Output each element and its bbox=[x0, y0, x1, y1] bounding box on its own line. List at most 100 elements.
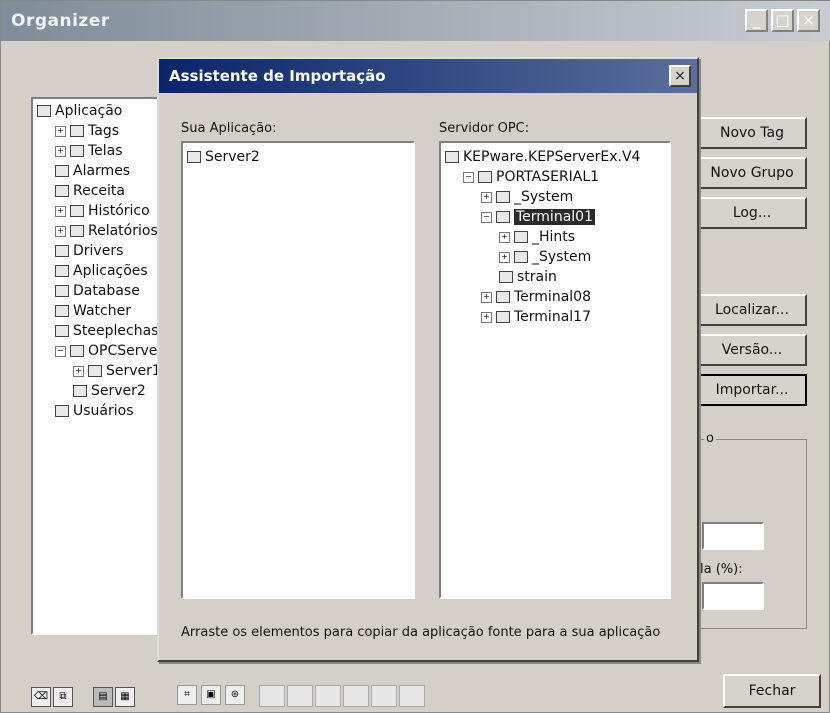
screens-icon bbox=[70, 145, 84, 157]
expand-icon[interactable]: + bbox=[481, 291, 492, 303]
app-tree-item[interactable]: + Histórico bbox=[55, 203, 150, 219]
new-tag-button[interactable]: Novo Tag bbox=[697, 117, 807, 149]
network-tool-icon[interactable]: ⊛ bbox=[225, 685, 245, 705]
app-tree-item[interactable]: Receita bbox=[55, 183, 125, 199]
expand-icon[interactable]: + bbox=[55, 145, 66, 157]
properties-groupbox: o la (%): bbox=[691, 431, 807, 629]
group-field-1[interactable] bbox=[702, 522, 764, 550]
locate-button[interactable]: Localizar... bbox=[697, 294, 807, 326]
folder-icon bbox=[496, 311, 510, 323]
opc-tree-item[interactable]: + _Hints bbox=[499, 229, 575, 245]
watcher-icon bbox=[55, 305, 69, 317]
eraser-icon[interactable]: ⌫ bbox=[31, 687, 51, 707]
alarm-icon bbox=[55, 165, 69, 177]
collapse-icon[interactable]: − bbox=[55, 345, 66, 357]
app-tree-item-label: Histórico bbox=[88, 203, 150, 219]
app-tree-item[interactable]: + Tags bbox=[55, 123, 119, 139]
window-titlebar[interactable]: Organizer _ □ × bbox=[1, 1, 830, 41]
app-tree-item-label: Aplicações bbox=[73, 263, 148, 279]
window-title: Organizer bbox=[11, 11, 110, 31]
new-group-button[interactable]: Novo Grupo bbox=[697, 157, 807, 189]
expand-icon[interactable]: + bbox=[481, 191, 492, 203]
expand-icon[interactable]: + bbox=[55, 205, 66, 217]
folder-icon bbox=[514, 231, 528, 243]
opc-tree-item[interactable]: + Terminal08 bbox=[481, 289, 591, 305]
folder-icon bbox=[496, 291, 510, 303]
opc-tree-item[interactable]: + _System bbox=[481, 189, 573, 205]
folder-icon bbox=[514, 251, 528, 263]
recipe-icon bbox=[55, 185, 69, 197]
app-tree-item[interactable]: + Server1 bbox=[73, 363, 161, 379]
app-tree-item[interactable]: Steeplechase bbox=[55, 323, 167, 339]
dialog-close-button[interactable]: × bbox=[669, 65, 691, 87]
drivers-icon bbox=[55, 245, 69, 257]
opc-tree-item[interactable]: + Terminal17 bbox=[481, 309, 591, 325]
opc-tree-item-label: _System bbox=[514, 189, 574, 205]
tag-grid-icon[interactable]: ▦ bbox=[115, 687, 135, 707]
minimize-button[interactable]: _ bbox=[745, 9, 768, 32]
opc-server-tree[interactable]: KEPware.KEPServerEx.V4 − PORTASERIAL1 + _Sys… bbox=[439, 141, 671, 599]
database-icon bbox=[55, 285, 69, 297]
expand-icon[interactable]: + bbox=[55, 225, 66, 237]
app-tree-item[interactable]: − OPCServers bbox=[55, 343, 170, 359]
opc-server-icon bbox=[187, 151, 201, 163]
maximize-button[interactable]: □ bbox=[771, 9, 794, 32]
faint-tool-icon-1 bbox=[259, 685, 285, 707]
screen-tool-icon[interactable]: ⌗ bbox=[177, 685, 197, 705]
app-tree-item[interactable]: Watcher bbox=[55, 303, 131, 319]
expand-icon[interactable]: + bbox=[55, 125, 66, 137]
application-icon bbox=[37, 105, 51, 117]
import-button[interactable]: Importar... bbox=[697, 374, 807, 406]
history-icon bbox=[70, 205, 84, 217]
app-tree-item-label: Relatórios bbox=[88, 223, 158, 239]
report-icon bbox=[70, 225, 84, 237]
faint-tool-icon-2 bbox=[287, 685, 313, 707]
tag-list-icon[interactable]: ▤ bbox=[93, 687, 113, 707]
app-tree-item-label: Receita bbox=[73, 183, 125, 199]
opc-tree-item-label: strain bbox=[517, 269, 557, 285]
dialog-titlebar[interactable]: Assistente de Importação × bbox=[159, 59, 697, 93]
collapse-icon[interactable]: − bbox=[481, 211, 492, 223]
app-tree-item[interactable]: + Telas bbox=[55, 143, 123, 159]
app-tree-item[interactable]: Aplicação bbox=[37, 103, 122, 119]
app-tree-item[interactable]: + Relatórios bbox=[55, 223, 158, 239]
opc-tree-item-label: _Hints bbox=[532, 229, 576, 245]
expand-icon[interactable]: + bbox=[481, 311, 492, 323]
opc-tree-item[interactable]: − Terminal01 bbox=[481, 209, 595, 225]
users-icon bbox=[55, 405, 69, 417]
app-tree-item[interactable]: Aplicações bbox=[55, 263, 148, 279]
collapse-icon[interactable]: − bbox=[463, 171, 474, 183]
opc-tree-item[interactable]: KEPware.KEPServerEx.V4 bbox=[445, 149, 640, 165]
app-tree-item-label: Server1 bbox=[106, 363, 161, 379]
app-tree-item[interactable]: Server2 bbox=[73, 383, 146, 399]
app-tree-item[interactable]: Alarmes bbox=[55, 163, 130, 179]
opc-tree-item[interactable]: strain bbox=[499, 269, 557, 285]
instruction-text: Arraste os elementos para copiar da apli… bbox=[181, 625, 661, 640]
close-organizer-button[interactable]: Fechar bbox=[723, 674, 821, 708]
expand-icon[interactable]: + bbox=[499, 251, 510, 263]
faint-tool-icon-5 bbox=[371, 685, 397, 707]
app-tree-item-label: Tags bbox=[88, 123, 119, 139]
opc-tree-item[interactable]: + _System bbox=[499, 249, 591, 265]
app-tree-item[interactable]: Usuários bbox=[55, 403, 134, 419]
steeplechase-icon bbox=[55, 325, 69, 337]
folder-icon bbox=[496, 211, 510, 223]
opc-tree-item[interactable]: − PORTASERIAL1 bbox=[463, 169, 599, 185]
log-button[interactable]: Log... bbox=[697, 197, 807, 229]
close-button[interactable]: × bbox=[797, 9, 820, 32]
expand-icon[interactable]: + bbox=[73, 365, 84, 377]
app-tree-item[interactable]: Drivers bbox=[55, 243, 123, 259]
database-tool-icon[interactable]: ▣ bbox=[201, 685, 221, 705]
copy-icon[interactable]: ⧉ bbox=[53, 687, 73, 707]
opc-tree-item-label: Terminal17 bbox=[514, 309, 591, 325]
opc-tree-item-label: Terminal01 bbox=[514, 209, 595, 225]
version-button[interactable]: Versão... bbox=[697, 334, 807, 366]
group-field-2[interactable] bbox=[702, 582, 764, 610]
expand-icon[interactable]: + bbox=[499, 231, 510, 243]
your-application-list[interactable]: Server2 bbox=[181, 141, 415, 599]
app-tree-item-label: Drivers bbox=[73, 243, 124, 259]
groupbox-legend: o bbox=[704, 431, 716, 446]
tag-icon bbox=[499, 271, 513, 283]
your-app-item[interactable]: Server2 bbox=[187, 149, 260, 165]
app-tree-item[interactable]: Database bbox=[55, 283, 140, 299]
